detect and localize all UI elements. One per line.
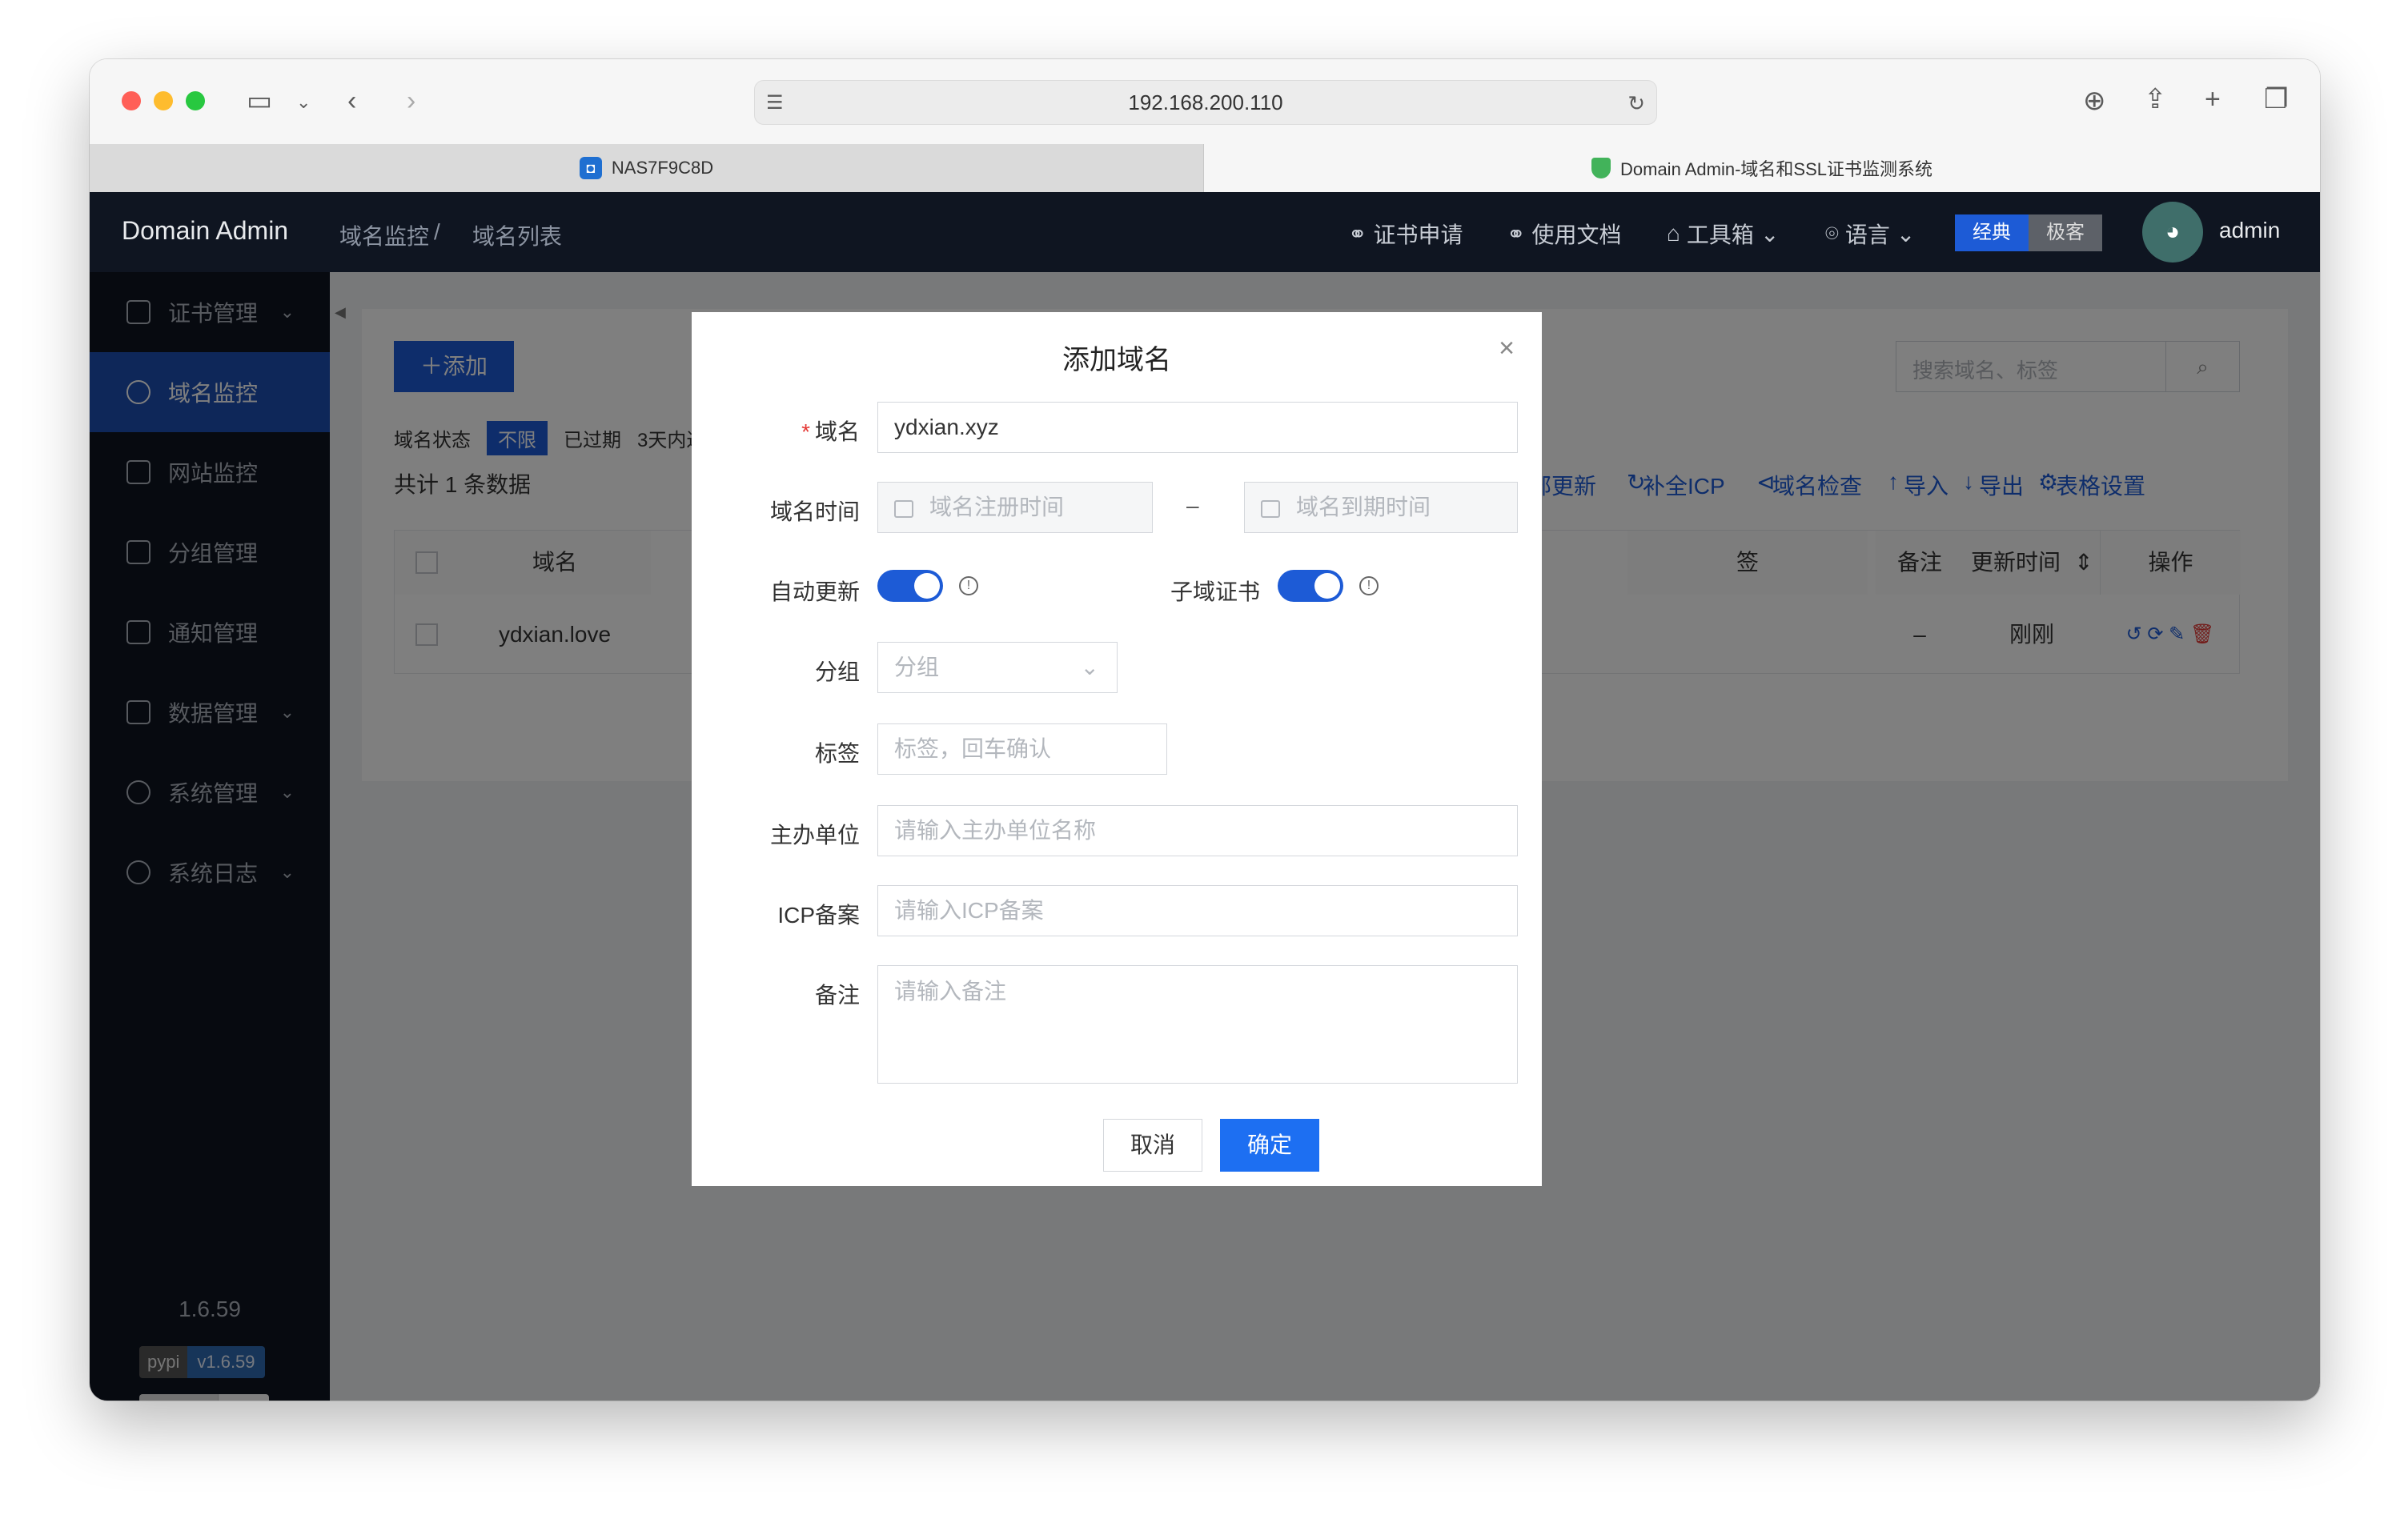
link-icon: ⚭	[1348, 221, 1367, 246]
icp-input[interactable]: 请输入ICP备案	[877, 885, 1518, 936]
domain-label-text: 域名	[814, 419, 860, 444]
org-input[interactable]: 请输入主办单位名称	[877, 805, 1518, 856]
group-select[interactable]: 分组 ⌄	[877, 642, 1118, 693]
app-header: Domain Admin 域名监控 / 域名列表 ⚭ 证书申请 ⚭ 使用文档 ⌂…	[90, 192, 2320, 272]
nas-favicon-icon: ◘	[579, 157, 602, 179]
tab-overview-icon[interactable]: ❐	[2264, 83, 2288, 115]
shield-favicon-icon	[1591, 158, 1611, 178]
breadcrumb-separator: /	[434, 219, 440, 244]
close-icon[interactable]: ×	[1499, 333, 1515, 364]
zoom-window-button[interactable]	[186, 91, 205, 110]
forward-icon[interactable]: ›	[407, 85, 415, 117]
mode-geek-button[interactable]: 极客	[2029, 214, 2102, 251]
subdomain-cert-label: 子域证书	[1170, 579, 1260, 604]
register-date-picker[interactable]: 域名注册时间	[877, 482, 1153, 533]
auto-update-label: 自动更新	[769, 579, 860, 604]
nav-label: 工具箱	[1686, 222, 1754, 247]
dialog-title: 添加域名	[1062, 345, 1171, 375]
tab-title: NAS7F9C8D	[611, 158, 714, 178]
calendar-icon	[894, 499, 913, 518]
chevron-down-icon: ⌄	[1896, 221, 1916, 246]
reload-icon[interactable]: ↻	[1627, 87, 1645, 119]
expire-date-picker[interactable]: 域名到期时间	[1244, 482, 1518, 533]
toolbox-icon: ⌂	[1667, 221, 1680, 246]
auto-update-toggle[interactable]	[877, 570, 943, 602]
tab-domain-admin[interactable]: Domain Admin-域名和SSL证书监测系统	[1204, 144, 2320, 192]
chevron-down-icon: ⌄	[1760, 221, 1780, 246]
user-name[interactable]: admin	[2219, 218, 2280, 243]
remark-textarea[interactable]: 请输入备注	[877, 965, 1518, 1084]
mode-classic-button[interactable]: 经典	[1955, 214, 2029, 251]
nav-label: 使用文档	[1531, 222, 1622, 247]
remark-label: 备注	[814, 983, 860, 1008]
subdomain-cert-toggle[interactable]	[1278, 570, 1343, 602]
nav-docs[interactable]: ⚭ 使用文档	[1507, 218, 1621, 250]
domain-label: * 域名	[801, 419, 860, 444]
download-icon[interactable]: ⊕	[2083, 85, 2106, 117]
close-window-button[interactable]	[122, 91, 141, 110]
breadcrumb-domain-monitor[interactable]: 域名监控	[339, 219, 429, 251]
confirm-button[interactable]: 确定	[1220, 1119, 1319, 1172]
tag-input[interactable]: 标签，回车确认	[877, 723, 1167, 775]
minimize-window-button[interactable]	[154, 91, 173, 110]
add-domain-dialog: 添加域名 × * 域名 ydxian.xyz 域名时间 域名注册时间 – 域名到期…	[692, 312, 1542, 1186]
calendar-icon	[1261, 499, 1280, 518]
nav-toolbox[interactable]: ⌂ 工具箱 ⌄	[1667, 218, 1779, 250]
group-label: 分组	[814, 659, 860, 684]
org-label: 主办单位	[769, 823, 860, 848]
chevron-down-icon: ⌄	[1080, 655, 1099, 679]
expire-date-placeholder: 域名到期时间	[1296, 495, 1431, 519]
tab-nas[interactable]: ◘ NAS7F9C8D	[90, 144, 1204, 192]
address-text: 192.168.200.110	[1128, 90, 1283, 114]
breadcrumb-domain-list: 域名列表	[472, 224, 563, 249]
domain-input[interactable]: ydxian.xyz	[877, 402, 1518, 453]
range-separator: –	[1186, 493, 1199, 518]
cancel-button[interactable]: 取消	[1103, 1119, 1202, 1172]
register-date-placeholder: 域名注册时间	[929, 495, 1065, 519]
info-icon[interactable]: !	[959, 576, 978, 595]
browser-window: ▭ ⌄ ‹ › ☰ 192.168.200.110 ↻ ⊕ ⇪ + ❐ ◘ NA…	[90, 59, 2320, 1401]
nav-cert-apply[interactable]: ⚭ 证书申请	[1348, 218, 1463, 250]
sidebar-toggle-icon[interactable]: ▭	[247, 85, 272, 117]
browser-toolbar: ▭ ⌄ ‹ › ☰ 192.168.200.110 ↻ ⊕ ⇪ + ❐	[90, 59, 2320, 144]
brand-title[interactable]: Domain Admin	[122, 216, 288, 246]
nav-label: 证书申请	[1373, 222, 1463, 247]
avatar[interactable]: ◕	[2142, 202, 2203, 263]
tag-label: 标签	[814, 741, 860, 766]
nav-language[interactable]: ⌾ 语言 ⌄	[1825, 218, 1915, 250]
theme-mode-switch: 经典 极客	[1955, 214, 2102, 251]
nav-label: 语言	[1844, 222, 1890, 247]
share-icon[interactable]: ⇪	[2144, 83, 2167, 115]
address-bar[interactable]: ☰ 192.168.200.110 ↻	[754, 80, 1657, 125]
icp-label: ICP备案	[777, 903, 860, 928]
link-icon: ⚭	[1507, 221, 1526, 246]
tab-bar: ◘ NAS7F9C8D × Domain Admin-域名和SSL证书监测系统	[90, 144, 2320, 192]
group-placeholder: 分组	[894, 655, 940, 679]
time-label: 域名时间	[769, 499, 860, 524]
tab-title: Domain Admin-域名和SSL证书监测系统	[1620, 159, 1932, 179]
chevron-down-icon[interactable]: ⌄	[296, 86, 311, 118]
new-tab-icon[interactable]: +	[2205, 83, 2221, 115]
location-icon: ⌾	[1825, 220, 1839, 246]
info-icon[interactable]: !	[1359, 576, 1379, 595]
back-icon[interactable]: ‹	[347, 85, 356, 117]
